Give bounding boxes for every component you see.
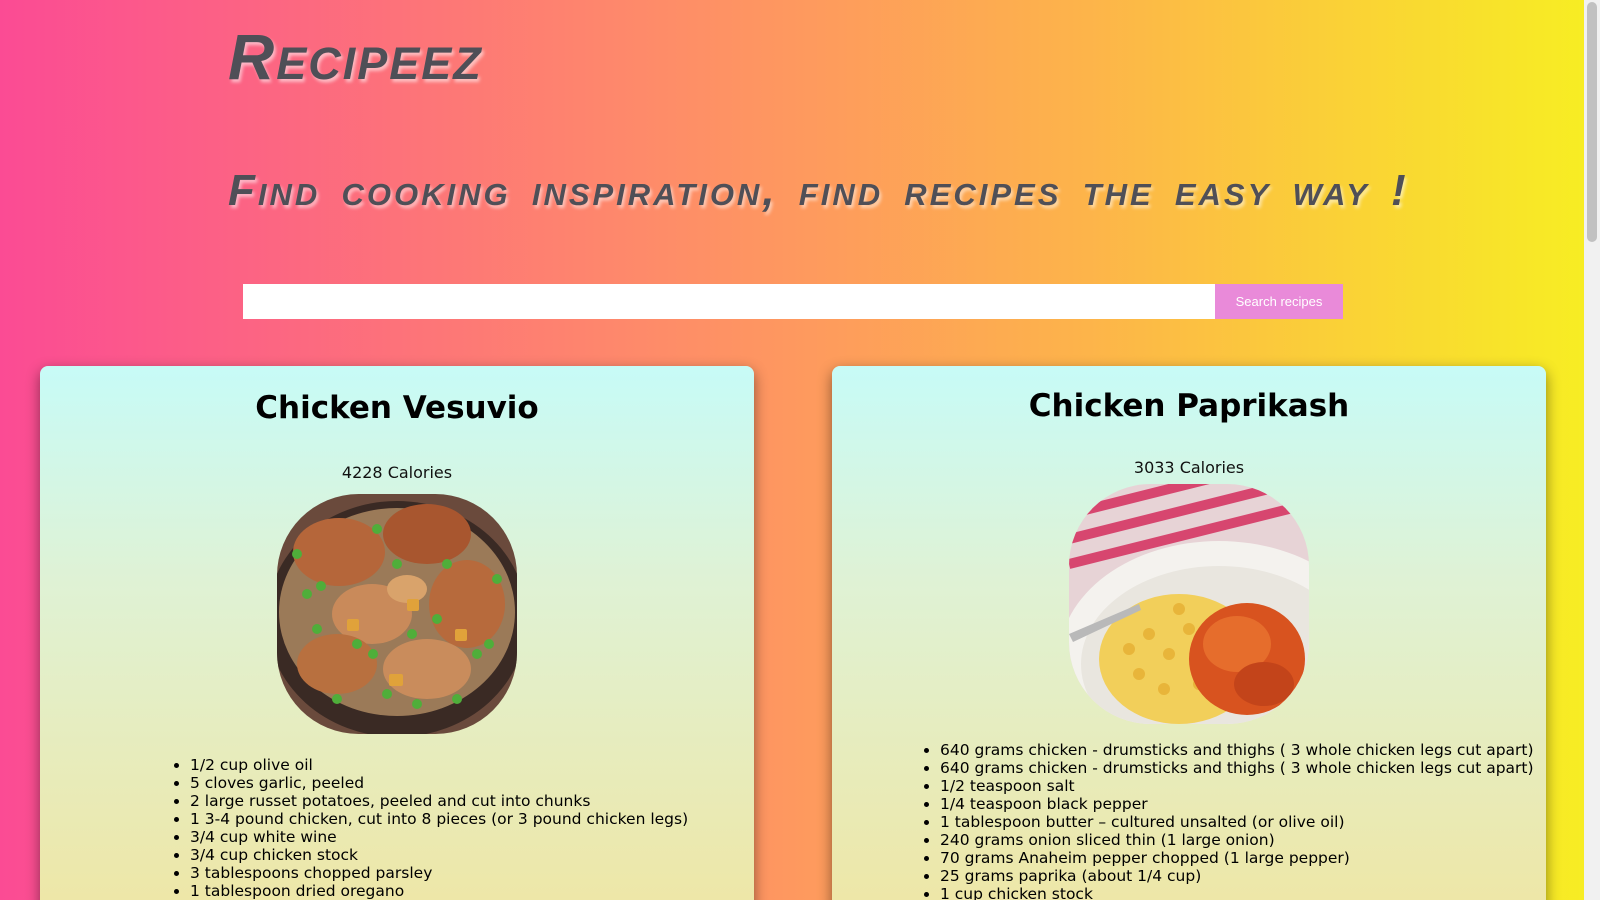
ingredient-list: 640 grams chicken - drumsticks and thigh…	[832, 741, 1546, 900]
chicken-vesuvio-photo	[277, 494, 517, 734]
ingredient-item: 1 3-4 pound chicken, cut into 8 pieces (…	[190, 810, 754, 828]
recipe-title: Chicken Vesuvio	[255, 390, 539, 426]
chicken-vesuvio-illustration	[277, 494, 517, 734]
search-input[interactable]	[243, 284, 1215, 319]
chicken-paprikash-illustration	[1069, 484, 1309, 724]
ingredient-item: 1/4 teaspoon black pepper	[940, 795, 1546, 813]
recipe-title: Chicken Paprikash	[1028, 388, 1350, 424]
page-tagline: Find cooking inspiration, find recipes t…	[228, 166, 1409, 215]
search-form: Search recipes	[243, 284, 1343, 319]
chicken-paprikash-photo	[1069, 484, 1309, 724]
ingredient-item: 3 tablespoons chopped parsley	[190, 864, 754, 882]
ingredient-item: 1/2 teaspoon salt	[940, 777, 1546, 795]
recipe-card: Chicken Paprikash 3033 Calories • 640 gr…	[832, 366, 1546, 900]
ingredient-item: 70 grams Anaheim pepper chopped (1 large…	[940, 849, 1546, 867]
ingredient-item: 1 cup chicken stock	[940, 885, 1546, 900]
ingredient-item: 1 tablespoon dried oregano	[190, 882, 754, 900]
ingredient-item: 3/4 cup chicken stock	[190, 846, 754, 864]
ingredient-item: 1 tablespoon butter – cultured unsalted …	[940, 813, 1546, 831]
page: Recipeez Find cooking inspiration, find …	[0, 0, 1584, 900]
page-scrollbar[interactable]	[1584, 0, 1600, 900]
ingredient-item: 640 grams chicken - drumsticks and thigh…	[940, 741, 1546, 759]
ingredient-item: 1/2 cup olive oil	[190, 756, 754, 774]
recipe-calories: 4228 Calories	[341, 463, 453, 482]
scrollbar-thumb[interactable]	[1587, 2, 1597, 242]
ingredient-list: 1/2 cup olive oil 5 cloves garlic, peele…	[40, 756, 754, 900]
recipe-card: Chicken Vesuvio 4228 Calories • 1/2 cup …	[40, 366, 754, 900]
ingredient-item: 240 grams onion sliced thin (1 large oni…	[940, 831, 1546, 849]
recipe-calories: 3033 Calories	[1133, 458, 1245, 477]
ingredient-item: 25 grams paprika (about 1/4 cup)	[940, 867, 1546, 885]
search-button[interactable]: Search recipes	[1215, 284, 1343, 319]
brand-logo[interactable]: Recipeez	[228, 20, 483, 94]
ingredient-item: 640 grams chicken - drumsticks and thigh…	[940, 759, 1546, 777]
ingredient-item: 5 cloves garlic, peeled	[190, 774, 754, 792]
ingredient-item: 2 large russet potatoes, peeled and cut …	[190, 792, 754, 810]
ingredient-item: 3/4 cup white wine	[190, 828, 754, 846]
